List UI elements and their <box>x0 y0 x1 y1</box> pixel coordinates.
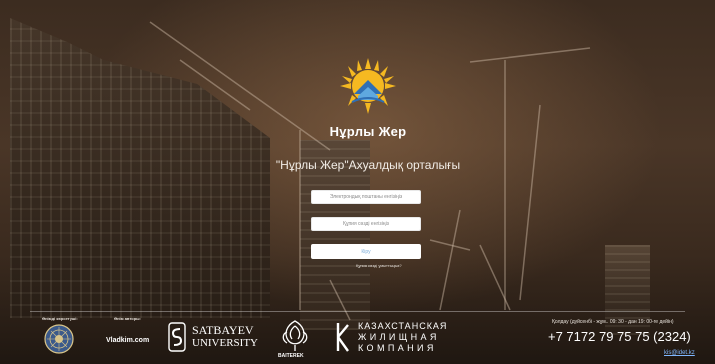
sun-house-logo-icon <box>340 58 396 114</box>
cranes-decoration <box>149 21 591 321</box>
customer-label: Өнімді көрсетушi: <box>42 316 78 321</box>
kzh-line2: ЖИЛИЩНАЯ <box>358 332 440 342</box>
kzh-logo-icon <box>336 323 349 352</box>
password-input[interactable] <box>311 217 421 231</box>
satbayev-line1: SATBAYEV <box>192 323 254 337</box>
footer-divider <box>30 311 685 312</box>
forgot-password-link[interactable]: Құпия сөзді ұмыттыңыз? <box>356 263 402 268</box>
support-email-link[interactable]: kis@idet.kz <box>664 350 695 356</box>
satbayev-line2: UNIVERSITY <box>192 337 258 349</box>
email-input[interactable] <box>311 190 421 204</box>
satbayev-logo-icon <box>168 322 186 352</box>
support-phone[interactable]: +7 7172 79 75 75 (2324) <box>548 329 691 344</box>
page-subtitle: "Нұрлы Жер"Ахуалдық орталығы <box>275 158 461 172</box>
brand-name: Нұрлы Жер <box>329 124 407 139</box>
author-name[interactable]: Vladkim.com <box>106 337 149 344</box>
login-button[interactable]: Кіру <box>311 244 421 259</box>
support-hours: Қолдау (дүйсенбі - жұм.. 09: 30 - дан 19… <box>552 319 674 325</box>
emblem-logo-icon <box>44 324 74 354</box>
kzh-line3: КОМПАНИЯ <box>358 343 437 353</box>
author-label: Өнім авторы: <box>114 316 141 321</box>
baiterek-logo-icon <box>282 320 308 351</box>
baiterek-label: BAITEREK <box>278 353 304 359</box>
kzh-line1: КАЗАХСТАНСКАЯ <box>358 321 448 331</box>
